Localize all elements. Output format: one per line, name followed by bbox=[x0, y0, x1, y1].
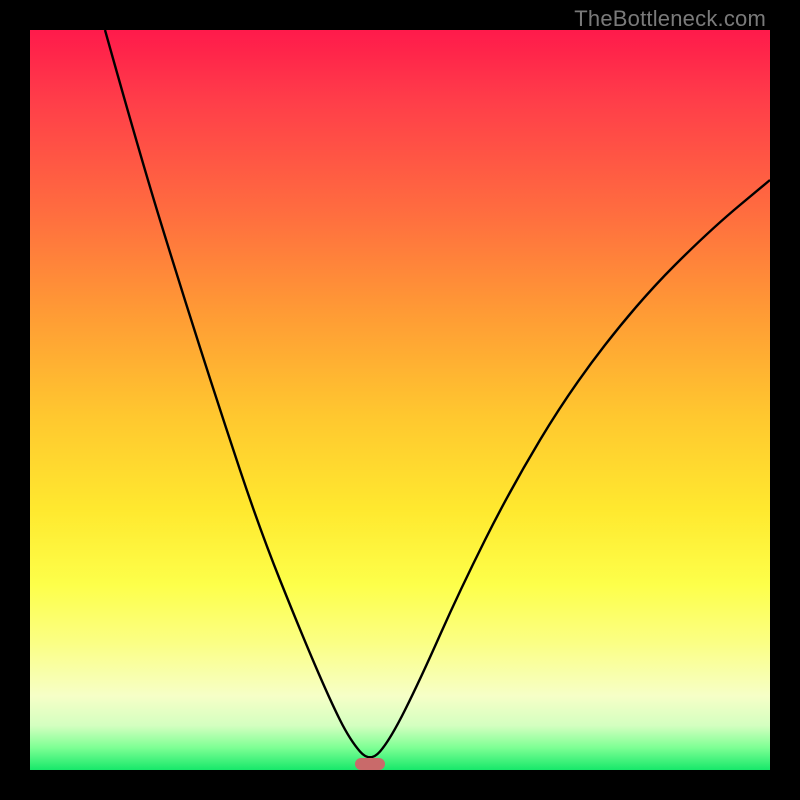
watermark-text: TheBottleneck.com bbox=[574, 6, 766, 32]
optimum-marker bbox=[355, 758, 385, 770]
chart-frame bbox=[30, 30, 770, 770]
bottleneck-curve bbox=[30, 30, 770, 770]
curve-path bbox=[105, 30, 770, 757]
